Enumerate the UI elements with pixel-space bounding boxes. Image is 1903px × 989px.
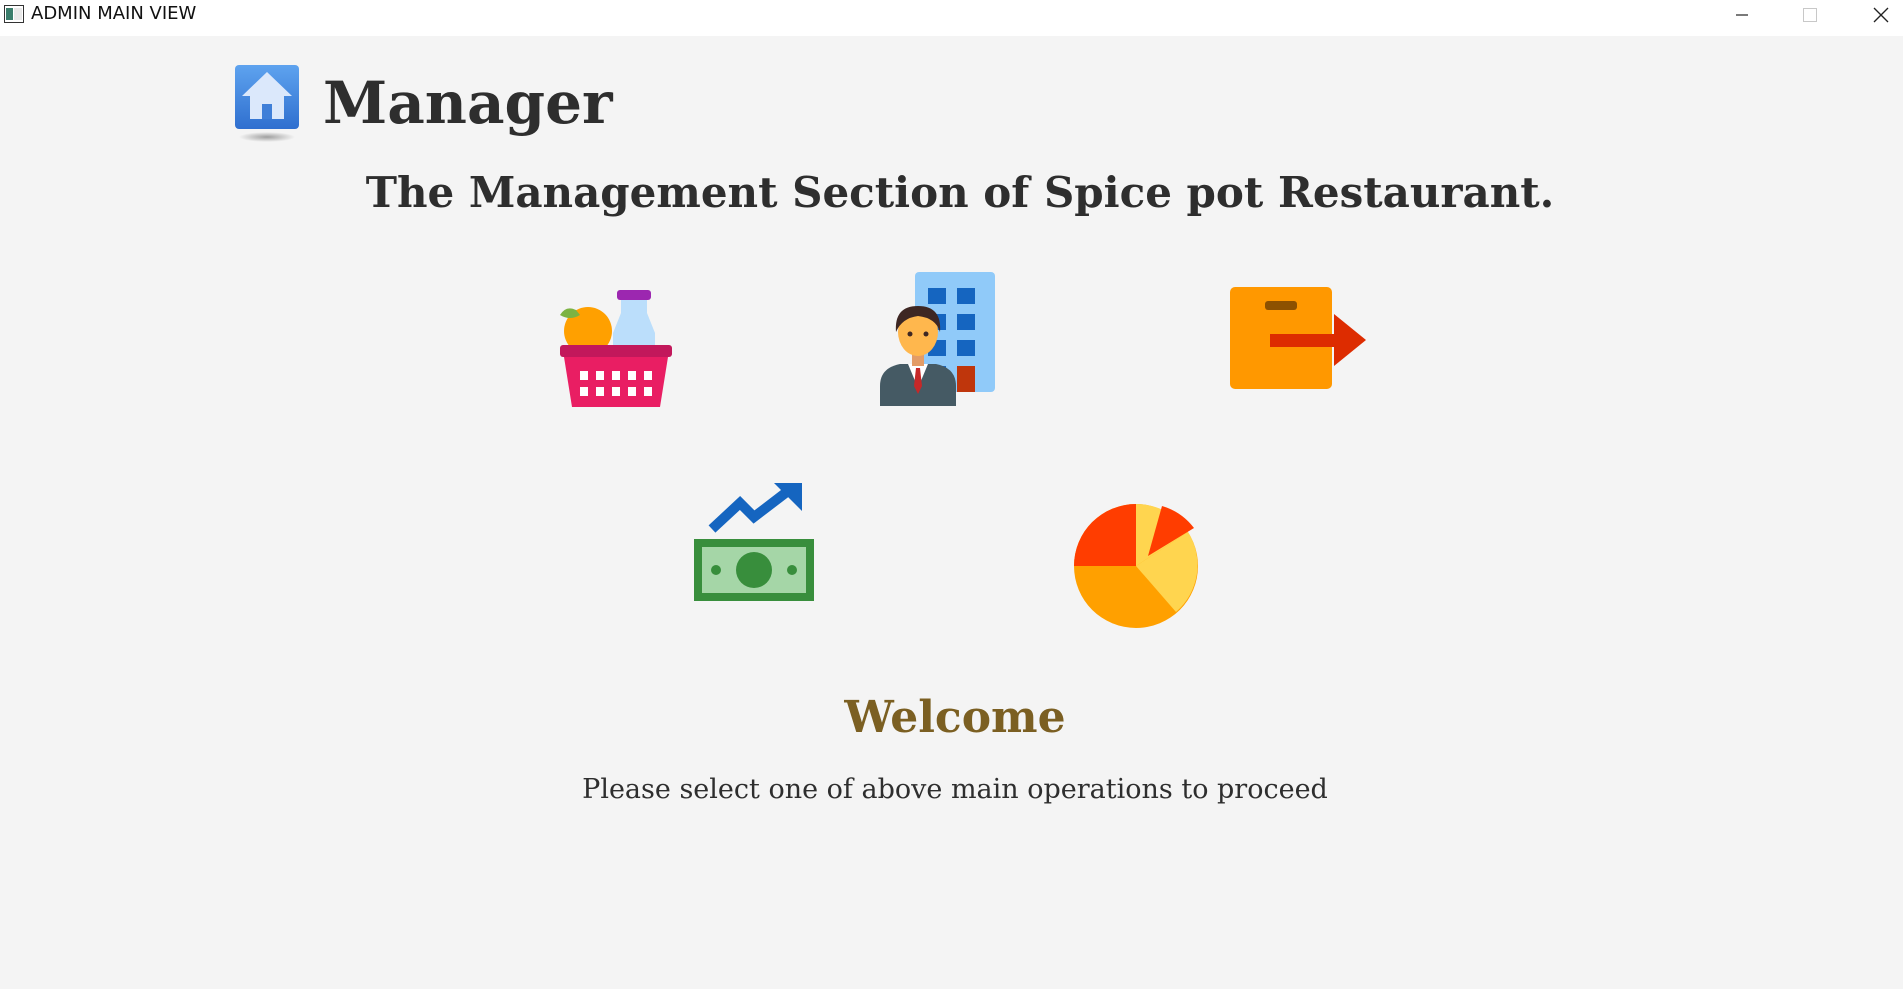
close-icon [1873, 7, 1889, 23]
reports-operation-button[interactable] [1070, 500, 1202, 632]
grocery-operation-button[interactable] [558, 285, 674, 409]
welcome-heading: Welcome [844, 692, 1066, 743]
page-subtitle: The Management Section of Spice pot Rest… [365, 168, 1555, 217]
minimize-button[interactable] [1713, 0, 1771, 30]
employee-building-icon [880, 272, 995, 406]
admin-main-window: ADMIN MAIN VIEW Manager The Management S… [0, 0, 1903, 989]
logout-operation-button[interactable] [1228, 284, 1368, 392]
logout-box-icon [1230, 287, 1366, 389]
title-bar[interactable]: ADMIN MAIN VIEW [0, 0, 1903, 36]
pie-chart-icon [1074, 503, 1198, 628]
maximize-button[interactable] [1781, 0, 1839, 30]
grocery-basket-icon [560, 290, 672, 407]
page-title: Manager [323, 69, 613, 137]
close-button[interactable] [1852, 0, 1903, 30]
maximize-icon [1803, 8, 1817, 22]
app-icon [4, 5, 24, 23]
window-title: ADMIN MAIN VIEW [31, 3, 197, 24]
minimize-icon [1736, 14, 1748, 16]
home-icon [235, 65, 299, 142]
instruction-text: Please select one of above main operatio… [582, 774, 1328, 805]
money-growth-icon [694, 483, 814, 601]
staff-operation-button[interactable] [878, 270, 1000, 406]
income-operation-button[interactable] [692, 481, 816, 603]
